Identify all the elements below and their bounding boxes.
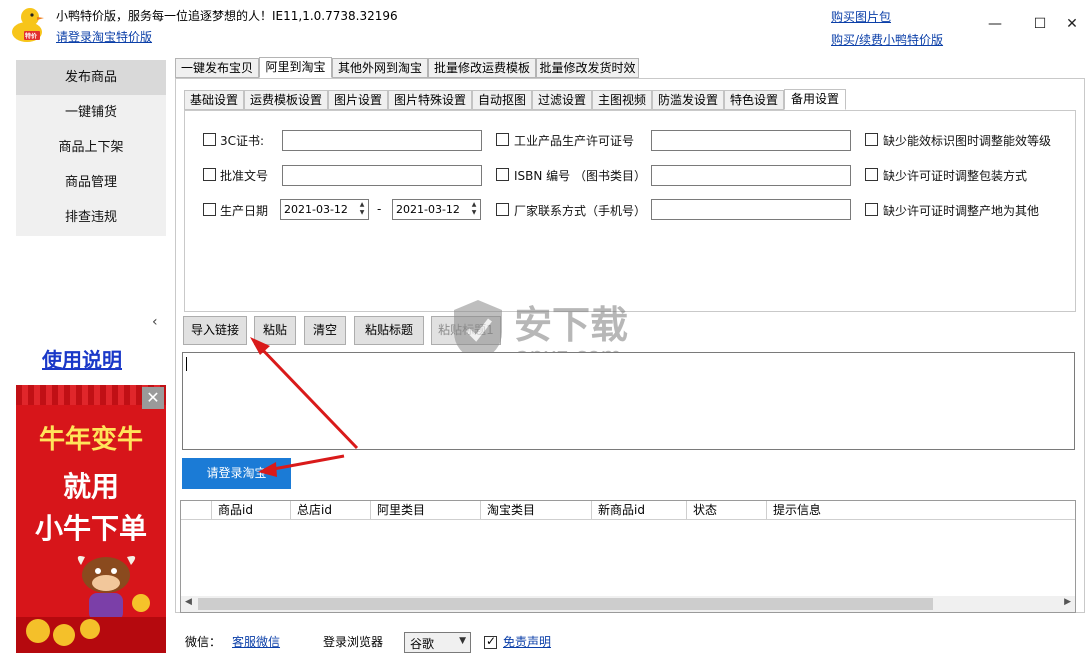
sidebar-item-product-management[interactable]: 商品管理 [16, 165, 166, 200]
subtab-feature-settings[interactable]: 特色设置 [724, 90, 784, 110]
subtab-image-special[interactable]: 图片特殊设置 [388, 90, 472, 110]
approval-number-checkbox[interactable] [203, 168, 216, 181]
subtab-auto-cutout[interactable]: 自动抠图 [472, 90, 532, 110]
subtab-backup-settings[interactable]: 备用设置 [784, 89, 846, 110]
maximize-button[interactable]: ☐ [1025, 12, 1055, 36]
industrial-license-input[interactable] [651, 130, 851, 151]
isbn-checkbox[interactable] [496, 168, 509, 181]
manufacturer-phone-input[interactable] [651, 199, 851, 220]
links-textarea[interactable] [182, 352, 1075, 450]
results-table[interactable]: 商品id 总店id 阿里类目 淘宝类目 新商品id 状态 提示信息 ◀ ▶ [180, 500, 1076, 613]
ad-footer-coins [16, 617, 166, 653]
approval-number-label: 批准文号 [220, 169, 269, 183]
scroll-right-icon[interactable]: ▶ [1064, 597, 1071, 607]
tab-batch-delivery-time[interactable]: 批量修改发货时效 [536, 58, 639, 78]
text-cursor [186, 357, 187, 371]
disclaimer-checkbox[interactable] [484, 634, 497, 649]
buy-picture-pack-link[interactable]: 购买图片包 [831, 8, 891, 25]
industrial-license-label: 工业产品生产许可证号 [514, 134, 635, 148]
clear-button[interactable]: 清空 [304, 316, 346, 345]
bull-mascot-icon [77, 556, 150, 621]
minimize-button[interactable]: — [980, 12, 1010, 36]
manufacturer-phone-label: 厂家联系方式（手机号） [514, 204, 647, 218]
sidebar-item-one-click-listing[interactable]: 一键铺货 [16, 95, 166, 130]
disclaimer-link[interactable]: 免责声明 [503, 633, 551, 650]
paste-title-button[interactable]: 粘贴标题 [354, 316, 424, 345]
login-taobao-button[interactable]: 请登录淘宝 [182, 458, 291, 489]
window-title: 小鸭特价版，服务每一位追逐梦想的人！IE11,1.0.7738.32196 [56, 9, 398, 23]
industrial-license-checkbox[interactable] [496, 133, 509, 146]
date-from-value: 2021-03-12 [284, 203, 348, 216]
login-browser-label: 登录浏览器 [323, 635, 384, 649]
subtab-main-video[interactable]: 主图视频 [592, 90, 652, 110]
subtab-shipping-template[interactable]: 运费模板设置 [244, 90, 328, 110]
ad-banner[interactable]: ✕ 牛年变牛 就用 小牛下单 [16, 385, 166, 653]
subtab-filter-settings[interactable]: 过滤设置 [532, 90, 592, 110]
isbn-input[interactable] [651, 165, 851, 186]
paste-button[interactable]: 粘贴 [254, 316, 296, 345]
column-header-message[interactable]: 提示信息 [767, 501, 1075, 520]
column-header-ali-category[interactable]: 阿里类目 [371, 501, 481, 520]
buy-renew-link[interactable]: 购买/续费小鸭特价版 [831, 31, 943, 48]
3c-cert-input[interactable] [282, 130, 482, 151]
spinner-icon[interactable]: ▲ ▼ [357, 201, 367, 218]
login-taobao-link[interactable]: 请登录淘宝特价版 [56, 28, 152, 45]
subtab-image-settings[interactable]: 图片设置 [328, 90, 388, 110]
wechat-label: 微信： [185, 635, 222, 649]
packaging-adjust-label: 缺少许可证时调整包装方式 [883, 169, 1028, 183]
tab-ali-to-taobao[interactable]: 阿里到淘宝 [259, 57, 332, 78]
close-button[interactable]: ✕ [1057, 12, 1087, 36]
logo-badge-text: 特价 [25, 33, 38, 40]
isbn-label: ISBN 编号 （图书类目） [514, 169, 646, 183]
origin-adjust-checkbox[interactable] [865, 203, 878, 216]
service-wechat-link[interactable]: 客服微信 [232, 633, 280, 650]
duck-logo-icon: 特价 [10, 6, 46, 44]
column-header-product-id[interactable]: 商品id [212, 501, 291, 520]
column-header-store-id[interactable]: 总店id [291, 501, 371, 520]
production-date-label: 生产日期 [220, 204, 269, 218]
ad-headline: 牛年变牛 [38, 425, 143, 455]
sidebar-item-shelve[interactable]: 商品上下架 [16, 130, 166, 165]
scroll-left-icon[interactable]: ◀ [185, 597, 192, 607]
packaging-adjust-checkbox[interactable] [865, 168, 878, 181]
subtab-anti-spam[interactable]: 防滥发设置 [652, 90, 724, 110]
watermark-brand: 安下载 [514, 303, 629, 347]
date-range-dash: - [377, 202, 382, 216]
user-manual-link[interactable]: 使用说明 [42, 344, 122, 373]
energy-label-checkbox[interactable] [865, 133, 878, 146]
production-date-checkbox[interactable] [203, 203, 216, 216]
sidebar-item-publish[interactable]: 发布商品 [16, 60, 166, 95]
tab-one-click-publish[interactable]: 一键发布宝贝 [175, 58, 259, 78]
energy-label-label: 缺少能效标识图时调整能效等级 [883, 134, 1052, 148]
scrollbar-thumb[interactable] [198, 598, 933, 610]
3c-cert-checkbox[interactable] [203, 133, 216, 146]
chevron-down-icon: ▼ [459, 636, 466, 646]
import-links-button[interactable]: 导入链接 [183, 316, 247, 345]
browser-select[interactable]: 谷歌 ▼ [404, 632, 471, 653]
origin-adjust-label: 缺少许可证时调整产地为其他 [883, 204, 1040, 218]
3c-cert-label: 3C证书: [220, 134, 265, 148]
tab-batch-shipping-template[interactable]: 批量修改运费模板 [428, 58, 536, 78]
sidebar: 发布商品 一键铺货 商品上下架 商品管理 排查违规 [16, 60, 166, 236]
column-header-new-product-id[interactable]: 新商品id [592, 501, 687, 520]
browser-select-value: 谷歌 [410, 637, 435, 651]
close-ad-icon[interactable]: ✕ [142, 387, 164, 409]
date-to-picker[interactable]: 2021-03-12 ▲ ▼ [392, 199, 481, 220]
table-header: 商品id 总店id 阿里类目 淘宝类目 新商品id 状态 提示信息 [181, 501, 1075, 520]
tab-other-sites-to-taobao[interactable]: 其他外网到淘宝 [332, 58, 428, 78]
manufacturer-phone-checkbox[interactable] [496, 203, 509, 216]
column-header-taobao-category[interactable]: 淘宝类目 [481, 501, 592, 520]
ad-subline: 就用 [62, 470, 119, 503]
horizontal-scrollbar[interactable]: ◀ ▶ [181, 596, 1075, 612]
row-header-cell [181, 501, 212, 520]
ad-brand-line: 小牛下单 [34, 512, 147, 545]
spinner-icon[interactable]: ▲ ▼ [469, 201, 479, 218]
sidebar-item-violation-check[interactable]: 排查违规 [16, 200, 166, 235]
date-to-value: 2021-03-12 [396, 203, 460, 216]
column-header-status[interactable]: 状态 [687, 501, 767, 520]
subtab-basic-settings[interactable]: 基础设置 [184, 90, 244, 110]
collapse-sidebar-icon[interactable]: ‹ [152, 314, 158, 330]
approval-number-input[interactable] [282, 165, 482, 186]
date-from-picker[interactable]: 2021-03-12 ▲ ▼ [280, 199, 369, 220]
